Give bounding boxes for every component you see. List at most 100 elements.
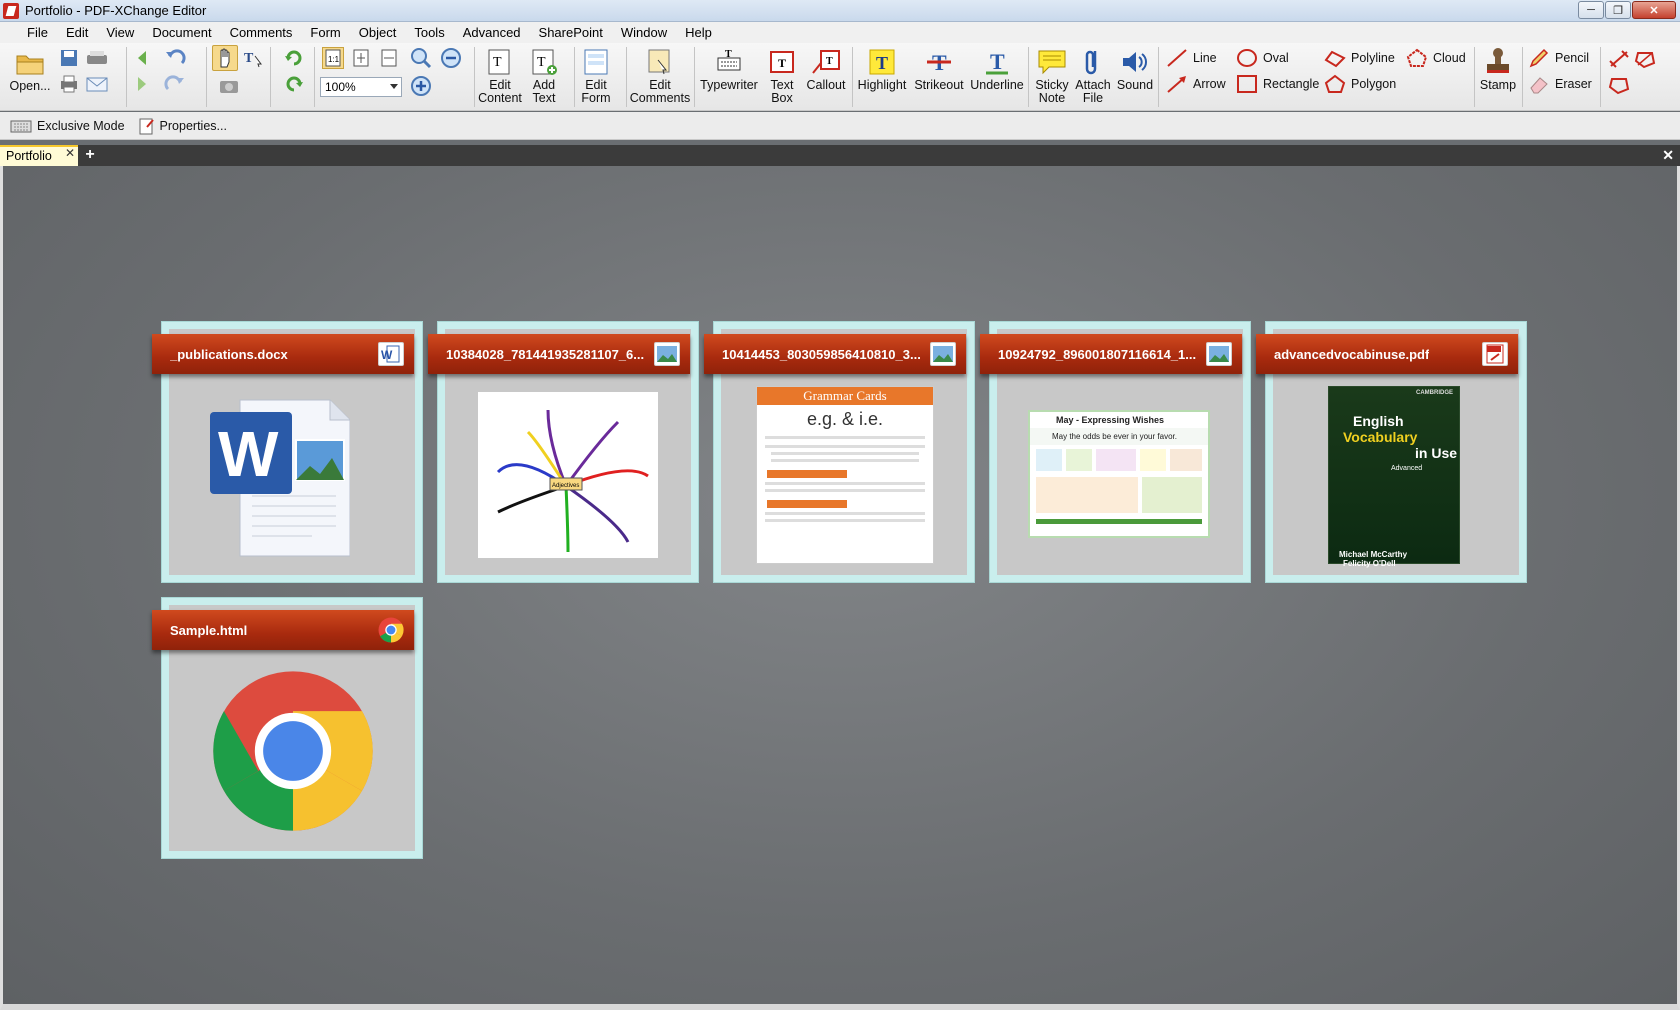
- eraser-label: Eraser: [1555, 77, 1592, 91]
- file-name: 10924792_896001807116614_1...: [998, 346, 1197, 362]
- menu-file[interactable]: File: [18, 25, 57, 40]
- exclusive-mode-icon: [10, 120, 32, 132]
- menu-sharepoint[interactable]: SharePoint: [530, 25, 612, 40]
- portfolio-item[interactable]: advancedvocabinuse.pdf CAMBRIDGE English…: [1256, 321, 1527, 583]
- stamp-button[interactable]: Stamp: [1478, 47, 1518, 92]
- fit-width-icon[interactable]: [378, 47, 400, 69]
- grammar-card-thumbnail: Grammar Cards e.g. & i.e.: [756, 386, 934, 564]
- pencil-button[interactable]: Pencil: [1528, 48, 1589, 68]
- maximize-button[interactable]: ❐: [1605, 1, 1631, 19]
- open-button[interactable]: Open...: [10, 48, 51, 93]
- text-box-button[interactable]: T Text Box: [764, 47, 800, 105]
- underline-label: Underline: [970, 78, 1024, 92]
- rectangle-button[interactable]: Rectangle: [1236, 74, 1319, 94]
- redo-icon[interactable]: [164, 73, 186, 95]
- edit-content-button[interactable]: T Edit Content: [478, 47, 522, 105]
- portfolio-item[interactable]: Sample.html: [152, 597, 423, 859]
- sound-button[interactable]: Sound: [1114, 47, 1156, 92]
- oval-button[interactable]: Oval: [1236, 48, 1289, 68]
- book-title-1: English: [1353, 413, 1404, 429]
- portfolio-item[interactable]: _publications.docx W W: [152, 321, 423, 583]
- menu-view[interactable]: View: [97, 25, 143, 40]
- svg-text:W: W: [381, 348, 393, 362]
- back-icon[interactable]: [131, 47, 153, 69]
- highlight-button[interactable]: T Highlight: [854, 47, 910, 92]
- portfolio-item[interactable]: 10414453_803059856410810_3... Grammar Ca…: [704, 321, 975, 583]
- rotate-ccw-icon[interactable]: [283, 73, 305, 95]
- svg-text:T: T: [493, 55, 502, 70]
- undo-icon[interactable]: [164, 47, 186, 69]
- oval-label: Oval: [1263, 51, 1289, 65]
- folder-icon: [15, 48, 45, 78]
- eraser-button[interactable]: Eraser: [1528, 74, 1592, 94]
- email-icon[interactable]: [86, 73, 108, 95]
- close-all-icon[interactable]: ✕: [1662, 147, 1674, 164]
- perimeter-icon[interactable]: [1608, 74, 1630, 96]
- cloud-button[interactable]: Cloud: [1406, 48, 1466, 68]
- portfolio-item[interactable]: 10924792_896001807116614_1... May - Expr…: [980, 321, 1251, 583]
- mindmap-thumbnail: Adjectives: [478, 392, 658, 558]
- portfolio-workspace: _publications.docx W W 10384028_78144193…: [0, 166, 1680, 1010]
- menu-document[interactable]: Document: [143, 25, 220, 40]
- tab-portfolio-label: Portfolio: [6, 149, 52, 163]
- document-tab-bar: Portfolio ✕ + ✕: [0, 145, 1680, 166]
- menu-object[interactable]: Object: [350, 25, 406, 40]
- edit-form-button[interactable]: Edit Form: [576, 47, 616, 105]
- image-file-icon: [930, 342, 956, 366]
- zoom-out-icon[interactable]: [440, 47, 462, 69]
- edit-comments-button[interactable]: Edit Comments: [628, 47, 692, 105]
- snapshot-icon[interactable]: [218, 75, 240, 97]
- polyline-button[interactable]: Polyline: [1324, 48, 1395, 68]
- add-tab-icon[interactable]: +: [82, 147, 98, 163]
- menu-window[interactable]: Window: [612, 25, 676, 40]
- menu-comments[interactable]: Comments: [221, 25, 302, 40]
- file-name: 10384028_781441935281107_6...: [446, 346, 645, 362]
- print-icon[interactable]: [58, 73, 80, 95]
- zoom-select[interactable]: 100%: [320, 77, 402, 97]
- underline-button[interactable]: T Underline: [968, 47, 1026, 92]
- zoom-in-icon[interactable]: [410, 75, 432, 97]
- edit-content-icon: T: [485, 47, 515, 77]
- callout-button[interactable]: T Callout: [804, 47, 848, 92]
- minimize-button[interactable]: ─: [1578, 1, 1604, 19]
- exclusive-mode-button[interactable]: Exclusive Mode: [10, 118, 125, 134]
- underline-icon: T: [982, 47, 1012, 77]
- tab-close-icon[interactable]: ✕: [65, 146, 75, 160]
- polygon-button[interactable]: Polygon: [1324, 74, 1396, 94]
- select-text-icon[interactable]: T: [242, 47, 264, 69]
- forward-icon[interactable]: [131, 73, 153, 95]
- measure-icon[interactable]: [1608, 48, 1630, 70]
- typewriter-button[interactable]: T Typewriter: [698, 47, 760, 92]
- hand-tool-icon[interactable]: [212, 45, 238, 71]
- attach-file-label-2: File: [1082, 91, 1104, 105]
- properties-button[interactable]: Properties...: [139, 117, 227, 135]
- area-measure-icon[interactable]: [1634, 48, 1656, 70]
- attach-file-button[interactable]: Attach File: [1074, 47, 1112, 105]
- svg-text:W: W: [218, 418, 279, 490]
- scan-icon[interactable]: [86, 47, 108, 69]
- arrow-button[interactable]: Arrow: [1166, 74, 1226, 94]
- menu-tools[interactable]: Tools: [405, 25, 453, 40]
- actual-size-icon[interactable]: 1:1: [322, 47, 344, 69]
- sticky-note-button[interactable]: Sticky Note: [1032, 47, 1072, 105]
- pencil-label: Pencil: [1555, 51, 1590, 65]
- menu-form[interactable]: Form: [301, 25, 349, 40]
- grammar-card-header: Grammar Cards: [757, 387, 933, 405]
- fit-page-icon[interactable]: [350, 47, 372, 69]
- portfolio-item[interactable]: 10384028_781441935281107_6... Adjectives: [428, 321, 699, 583]
- text-box-label-2: Box: [771, 91, 793, 105]
- sticky-note-label-2: Note: [1038, 91, 1066, 105]
- line-button[interactable]: Line: [1166, 48, 1217, 68]
- book-author-2: Felicity O'Dell: [1343, 559, 1396, 568]
- add-text-button[interactable]: T Add Text: [525, 47, 563, 105]
- file-header: 10414453_803059856410810_3...: [704, 334, 966, 374]
- rotate-cw-icon[interactable]: [283, 47, 305, 69]
- menu-help[interactable]: Help: [676, 25, 721, 40]
- menu-edit[interactable]: Edit: [57, 25, 97, 40]
- zoom-in-magnifier-icon[interactable]: [410, 47, 432, 69]
- save-icon[interactable]: [58, 47, 80, 69]
- close-window-button[interactable]: ✕: [1632, 1, 1676, 19]
- strikeout-button[interactable]: T Strikeout: [912, 47, 966, 92]
- edit-form-label-2: Form: [581, 91, 611, 105]
- menu-advanced[interactable]: Advanced: [454, 25, 530, 40]
